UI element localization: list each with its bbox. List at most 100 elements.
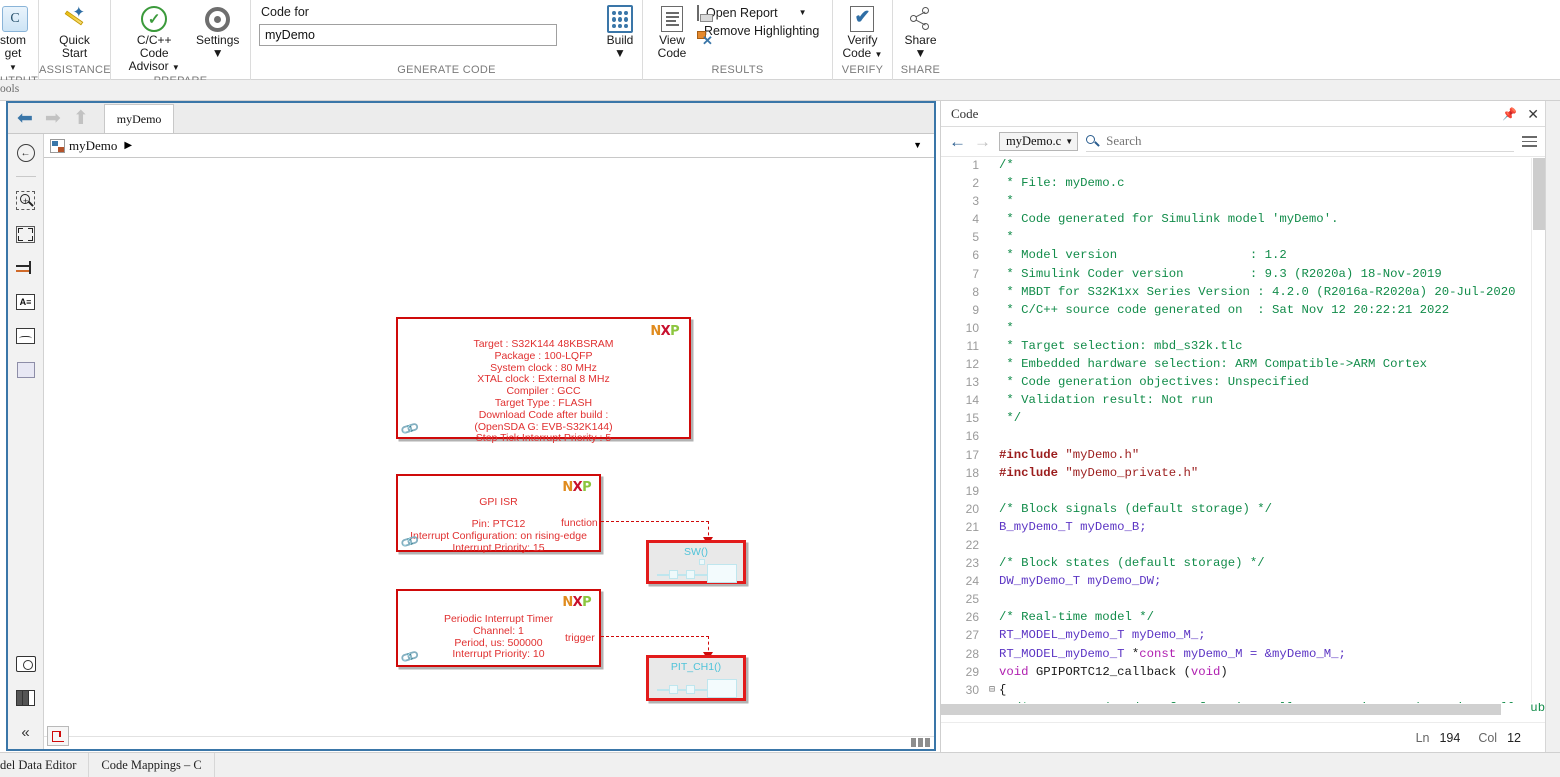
chevron-down-icon[interactable]: ▼ (9, 63, 17, 72)
code-text: B_myDemo_T myDemo_B; (999, 519, 1147, 534)
tab-model-data-editor[interactable]: del Data Editor (0, 753, 90, 777)
fit-to-view-icon[interactable] (15, 223, 37, 245)
settings-button[interactable]: Settings ▼ (191, 2, 244, 62)
ribbon-group-title-share: SHARE (900, 64, 941, 76)
ribbon-group-generate-code: Code for Build ▼ GENERATE CODE (250, 0, 642, 80)
annotation-icon[interactable]: A≡ (15, 291, 37, 313)
forward-arrow-icon[interactable]: ➡ (42, 109, 64, 128)
tools-strip-label: ools (0, 83, 20, 95)
chevron-down-icon[interactable]: ▼ (212, 47, 224, 60)
collapse-panel-icon[interactable]: « (15, 721, 37, 743)
open-report-button[interactable]: Open Report ▼ (697, 5, 819, 21)
model-toolbar-sidebar: ← + A≡ « (8, 134, 44, 749)
breadcrumb: myDemo ▶ ▼ (44, 134, 934, 158)
back-navigate-icon[interactable]: ← (15, 142, 37, 164)
chevron-down-icon[interactable]: ▼ (915, 47, 927, 60)
canvas-horizontal-scrollbar[interactable] (44, 736, 934, 749)
line-number: 24 (965, 574, 979, 589)
split-view-icon[interactable] (15, 687, 37, 709)
code-vertical-scroll-thumb[interactable] (1533, 158, 1545, 230)
code-text: * Code generation objectives: Unspecifie… (999, 375, 1309, 390)
code-vertical-scrollbar[interactable] (1531, 158, 1545, 703)
model-glyph-button[interactable] (47, 726, 69, 746)
code-line: 5 * (941, 230, 1545, 248)
gpi-isr-line-1: Interrupt Configuration: on rising-edge (410, 529, 587, 542)
chevron-down-icon[interactable]: ▼ (172, 63, 180, 72)
zoom-in-icon[interactable]: + (15, 189, 37, 211)
gpi-isr-port-label: function (561, 517, 598, 529)
code-line: 3 * (941, 194, 1545, 212)
model-tab-label: myDemo (116, 111, 162, 126)
scope-signal-icon[interactable] (15, 325, 37, 347)
model-tab-mydemo[interactable]: myDemo (103, 104, 175, 133)
code-pane: Code 📌 ✕ ← → myDemo.c ▼ 1 /* 2 * File: myD… (940, 101, 1545, 752)
code-line: 10 * (941, 321, 1545, 339)
pit-block[interactable]: NXP Periodic Interrupt Timer Channel: 1 … (396, 589, 601, 667)
view-code-button[interactable]: View Code (649, 2, 695, 62)
pin-icon[interactable]: 📌 (1502, 108, 1517, 120)
search-input[interactable] (1104, 132, 1514, 150)
breadcrumb-dropdown-icon[interactable]: ▼ (913, 140, 922, 150)
code-text: RT_MODEL_myDemo_T *const myDemo_M = &myD… (999, 646, 1346, 661)
chevron-down-icon[interactable]: ▼ (799, 9, 807, 17)
tab-code-mappings-c[interactable]: Code Mappings – C (89, 753, 215, 777)
code-advisor-button[interactable]: ✓ C/C++ Code Advisor ▼ (117, 2, 191, 75)
share-button[interactable]: Share ▼ (899, 2, 942, 62)
target-config-block[interactable]: NXP Target : S32K144 48KBSRAM Package : … (396, 317, 691, 444)
code-editor[interactable]: 1/* 2 * File: myDemo.c 3 * 4 * Code generat… (941, 158, 1545, 717)
gpi-isr-block[interactable]: NXP GPI ISR Pin: PTC12 Interrupt Configu… (396, 474, 601, 553)
code-line: 13 * Code generation objectives: Unspeci… (941, 375, 1545, 393)
custom-target-button[interactable]: C stom get ▼ (0, 2, 32, 75)
up-arrow-icon[interactable]: ⬆ (70, 109, 92, 128)
share-icon (908, 4, 934, 34)
target-config-line-1: Package : 100-LQFP (494, 349, 593, 362)
line-number: 7 (972, 266, 979, 281)
code-horizontal-scroll-thumb[interactable] (941, 704, 1501, 715)
code-advisor-check-icon: ✓ (141, 4, 168, 34)
code-text: DW_myDemo_T myDemo_DW; (999, 574, 1162, 589)
code-line: 7 * Simulink Coder version : 9.3 (R2020a… (941, 267, 1545, 285)
simulink-canvas[interactable]: NXP Target : S32K144 48KBSRAM Package : … (44, 158, 934, 749)
fold-toggle-icon[interactable]: ⊟ (985, 683, 999, 699)
pit-ch1-subsystem-title: PIT_CH1() (670, 661, 722, 673)
ribbon-toolbar: C stom get ▼ UTPUT ✦ Quick St (0, 0, 1560, 87)
ribbon-group-output: C stom get ▼ UTPUT (0, 0, 38, 80)
sw-subsystem[interactable]: SW() (646, 540, 746, 584)
code-text: * File: myDemo.c (999, 176, 1125, 191)
chevron-down-icon[interactable]: ▼ (614, 47, 626, 60)
chevron-down-icon: ▼ (1065, 136, 1074, 146)
code-horizontal-scrollbar[interactable] (941, 703, 1531, 717)
signal-routing-icon[interactable] (15, 257, 37, 279)
remove-highlighting-button[interactable]: ✕ Remove Highlighting (697, 24, 819, 47)
code-line: 12 * Embedded hardware selection: ARM Co… (941, 357, 1545, 375)
build-button[interactable]: Build ▼ (598, 0, 642, 62)
code-back-arrow-icon[interactable]: ← (949, 133, 966, 150)
code-line: 14 * Validation result: Not run (941, 393, 1545, 411)
line-number: 3 (972, 194, 979, 209)
code-for-label: Code for (261, 5, 309, 19)
code-forward-arrow-icon[interactable]: → (974, 133, 991, 150)
build-grid-icon (607, 4, 633, 34)
code-line: 25 (941, 592, 1545, 610)
pit-ch1-subsystem[interactable]: PIT_CH1() (646, 655, 746, 701)
code-line: 15 */ (941, 411, 1545, 429)
open-report-icon (697, 5, 699, 21)
close-icon[interactable]: ✕ (1527, 107, 1539, 121)
code-text: * Target selection: mbd_s32k.tlc (999, 338, 1243, 353)
back-arrow-icon[interactable]: ⬅ (14, 109, 36, 128)
file-selector[interactable]: myDemo.c ▼ (999, 132, 1079, 151)
line-number: 27 (965, 628, 979, 643)
chevron-down-icon[interactable]: ▼ (875, 50, 883, 59)
code-for-input[interactable] (259, 24, 557, 46)
snapshot-camera-icon[interactable] (15, 653, 37, 675)
breadcrumb-label[interactable]: myDemo (69, 138, 117, 154)
code-text: /* Block signals (default storage) */ (999, 501, 1273, 516)
line-number: 22 (965, 537, 979, 552)
open-report-label: Open Report (706, 6, 778, 20)
code-menu-icon[interactable] (1522, 136, 1537, 147)
quick-start-button[interactable]: ✦ Quick Start (53, 2, 97, 62)
code-line: 6 * Model version : 1.2 (941, 248, 1545, 266)
blank-block-icon[interactable] (15, 359, 37, 381)
verify-code-button[interactable]: ✔ Verify Code ▼ (841, 2, 885, 62)
resize-grip[interactable] (911, 738, 930, 747)
